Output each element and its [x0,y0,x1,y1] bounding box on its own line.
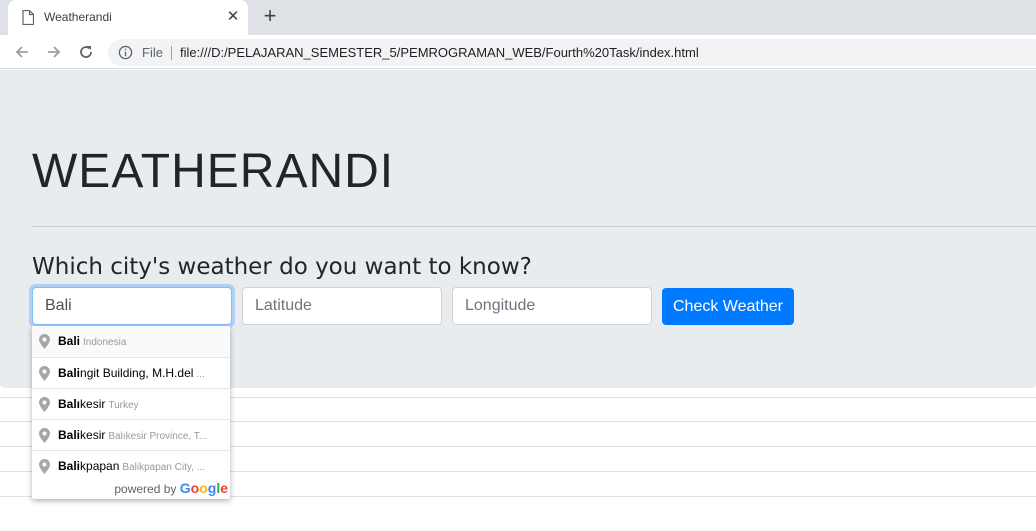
map-pin-icon [39,334,50,349]
back-button[interactable] [9,39,35,65]
omnibox-separator [171,46,172,60]
file-scheme-label: File [142,45,163,60]
reload-icon [80,46,92,58]
info-icon[interactable] [118,45,133,60]
map-pin-icon [39,397,50,412]
city-input[interactable] [32,287,232,325]
divider [32,226,1036,227]
address-bar[interactable]: File file:///D:/PELAJARAN_SEMESTER_5/PEM… [108,39,1036,66]
autocomplete-rest: kpapan [80,459,120,473]
autocomplete-secondary: Indonesia [83,337,127,348]
autocomplete-match: Bali [58,366,81,380]
google-logo-text: Google [179,480,228,496]
browser-tab[interactable]: Weatherandi ✕ [8,0,248,35]
autocomplete-secondary: Turkey [108,400,139,411]
autocomplete-rest: kesir [80,428,106,442]
powered-by-google-logo: powered by Google [114,480,228,496]
new-tab-button[interactable]: + [258,5,282,29]
autocomplete-secondary: Balikpapan City, ... [122,462,206,473]
question-heading: Which city's weather do you want to know… [32,254,532,280]
browser-toolbar: File file:///D:/PELAJARAN_SEMESTER_5/PEM… [0,35,1036,69]
latitude-input[interactable] [242,287,442,325]
page-title: WEATHERANDI [32,145,395,198]
page-icon [22,10,34,25]
reload-button[interactable] [73,39,99,65]
forward-button[interactable] [41,39,67,65]
tab-title: Weatherandi [44,10,112,24]
arrow-right-icon [48,46,61,58]
autocomplete-match: Bali [58,428,81,442]
tab-strip: Weatherandi ✕ + [0,0,1036,35]
autocomplete-match: Bali [58,334,81,348]
autocomplete-ellipsis: ... [196,369,205,380]
autocomplete-dropdown: Bali Indonesia Balingit Building, M.H.del… [32,326,230,499]
map-pin-icon [39,459,50,474]
arrow-left-icon [15,46,28,58]
autocomplete-item[interactable]: Balikpapan Balikpapan City, ... [32,450,230,481]
tab-close-icon[interactable]: ✕ [224,8,242,26]
autocomplete-item[interactable]: Balikesir Balıkesir Province, T... [32,419,230,450]
url-text[interactable]: file:///D:/PELAJARAN_SEMESTER_5/PEMROGRA… [180,45,699,60]
longitude-input[interactable] [452,287,652,325]
autocomplete-match: Bali [58,459,81,473]
check-weather-button[interactable]: Check Weather [662,288,794,325]
autocomplete-match: Balı [58,397,81,411]
map-pin-icon [39,428,50,443]
autocomplete-secondary: Balıkesir Province, T... [108,431,208,442]
autocomplete-item[interactable]: Balıkesir Turkey [32,388,230,419]
autocomplete-rest: kesir [80,397,106,411]
autocomplete-rest: ngit Building, M.H.del [80,366,194,380]
autocomplete-item[interactable]: Bali Indonesia [32,326,230,357]
powered-by-label: powered by [114,482,177,496]
map-pin-icon [39,366,50,381]
autocomplete-item[interactable]: Balingit Building, M.H.del... [32,357,230,388]
